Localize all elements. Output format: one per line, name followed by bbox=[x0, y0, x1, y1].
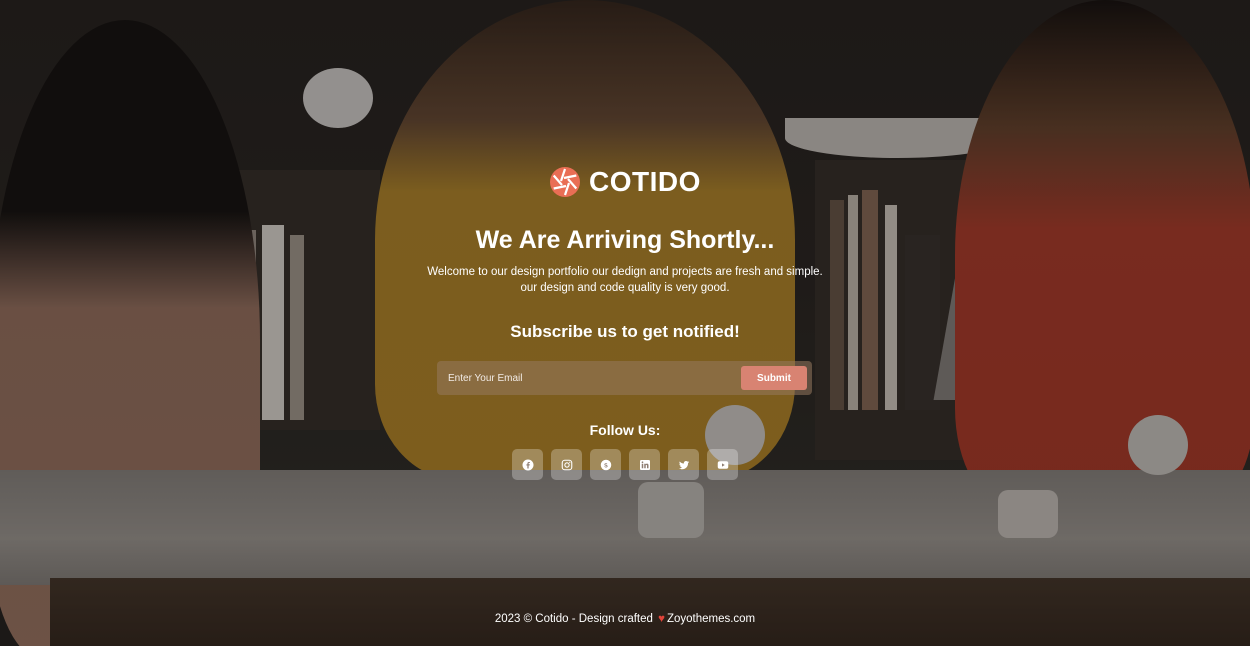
twitter-link[interactable] bbox=[668, 449, 699, 480]
follow-title: Follow Us: bbox=[589, 422, 661, 438]
social-links bbox=[512, 449, 738, 480]
subscribe-form: Submit bbox=[437, 361, 812, 395]
skype-icon bbox=[600, 459, 611, 470]
youtube-icon bbox=[717, 460, 728, 469]
page-title: We Are Arriving Shortly... bbox=[475, 226, 775, 254]
footer: 2023 © Cotido - Design crafted ♥ Zoyothem… bbox=[0, 613, 1250, 625]
facebook-icon bbox=[522, 459, 533, 470]
youtube-link[interactable] bbox=[707, 449, 738, 480]
linkedin-link[interactable] bbox=[629, 449, 660, 480]
intro-text: Welcome to our design portfolio our dedi… bbox=[427, 266, 823, 294]
email-input[interactable] bbox=[437, 361, 737, 395]
aperture-icon bbox=[550, 167, 581, 197]
instagram-link[interactable] bbox=[551, 449, 582, 480]
submit-button[interactable]: Submit bbox=[741, 366, 807, 390]
footer-copyright: 2023 © Cotido - Design crafted bbox=[494, 613, 653, 625]
linkedin-icon bbox=[639, 459, 650, 470]
skype-link[interactable] bbox=[590, 449, 621, 480]
heart-icon: ♥ bbox=[658, 613, 665, 625]
twitter-icon bbox=[678, 460, 689, 469]
facebook-link[interactable] bbox=[512, 449, 543, 480]
brand: COTIDO bbox=[0, 166, 1250, 202]
subscribe-title: Subscribe us to get notified! bbox=[510, 322, 740, 341]
footer-link[interactable]: Zoyothemes.com bbox=[667, 613, 755, 625]
brand-name: COTIDO bbox=[589, 166, 701, 197]
instagram-icon bbox=[561, 459, 572, 470]
